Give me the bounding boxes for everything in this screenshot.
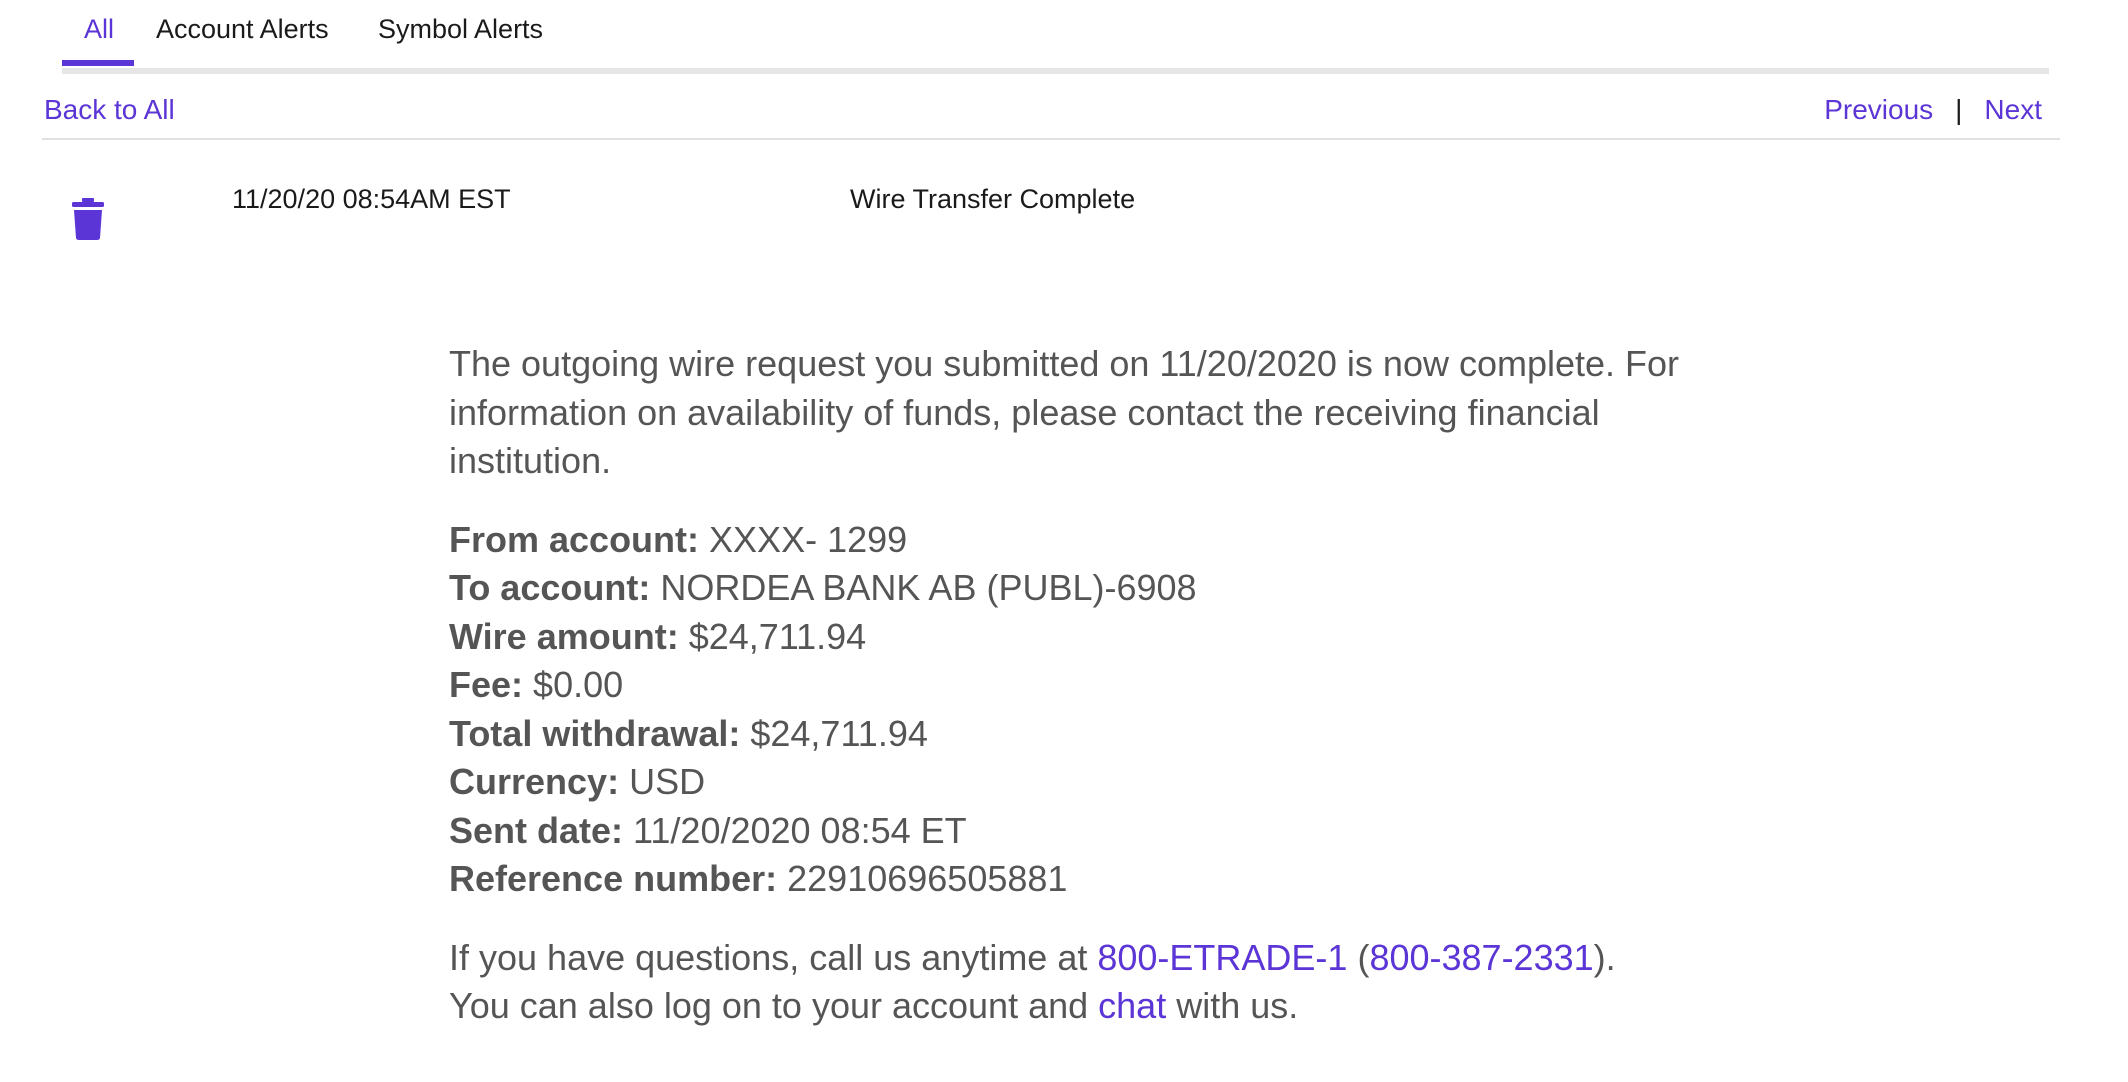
tab-account-alerts[interactable]: Account Alerts bbox=[156, 14, 329, 45]
detail-value: XXXX- 1299 bbox=[709, 518, 908, 560]
paren-open: ( bbox=[1347, 936, 1370, 978]
previous-link[interactable]: Previous bbox=[1824, 94, 1933, 125]
chat-suffix: with us. bbox=[1166, 985, 1299, 1026]
detail-to-account: To account: NORDEA BANK AB (PUBL)-6908 bbox=[449, 564, 1729, 613]
detail-value: USD bbox=[629, 761, 706, 802]
detail-value: $24,711.94 bbox=[750, 712, 928, 754]
detail-currency: Currency: USD bbox=[449, 758, 1729, 807]
contact-info: If you have questions, call us anytime a… bbox=[449, 934, 1729, 1031]
tab-all[interactable]: All bbox=[84, 14, 114, 45]
message-body: The outgoing wire request you submitted … bbox=[449, 340, 1729, 1031]
detail-label: Total withdrawal: bbox=[449, 712, 741, 754]
pager: Previous | Next bbox=[1824, 94, 2042, 126]
detail-label: Sent date: bbox=[449, 809, 624, 851]
detail-label: From account: bbox=[449, 518, 700, 560]
message-nav-bar: Back to All Previous | Next bbox=[42, 88, 2060, 140]
phone-number-link[interactable]: 800-387-2331 bbox=[1369, 937, 1593, 978]
active-tab-indicator bbox=[62, 60, 134, 66]
detail-value: $0.00 bbox=[533, 664, 624, 705]
detail-label: To account: bbox=[449, 567, 651, 608]
detail-sent-date: Sent date: 11/20/2020 08:54 ET bbox=[449, 807, 1729, 856]
alert-tabs: All Account Alerts Symbol Alerts bbox=[62, 0, 2049, 74]
contact-prefix: If you have questions, call us anytime a… bbox=[449, 936, 1098, 978]
detail-label: Reference number: bbox=[449, 858, 778, 899]
detail-label: Wire amount: bbox=[449, 615, 679, 657]
message-header-row: 11/20/20 08:54AM EST Wire Transfer Compl… bbox=[0, 180, 2128, 260]
wire-details: From account: XXXX- 1299 To account: NOR… bbox=[449, 516, 1729, 904]
chat-link[interactable]: chat bbox=[1098, 985, 1166, 1026]
message-intro: The outgoing wire request you submitted … bbox=[449, 343, 1680, 481]
pager-separator: | bbox=[1955, 94, 1963, 125]
paren-close: ). bbox=[1593, 936, 1616, 978]
detail-value: 22910696505881 bbox=[787, 858, 1068, 899]
detail-label: Currency: bbox=[449, 761, 620, 802]
detail-reference-number: Reference number: 22910696505881 bbox=[449, 855, 1729, 904]
detail-value: 11/20/2020 08:54 ET bbox=[633, 809, 967, 851]
detail-fee: Fee: $0.00 bbox=[449, 661, 1729, 710]
detail-wire-amount: Wire amount: $24,711.94 bbox=[449, 613, 1729, 662]
message-subject: Wire Transfer Complete bbox=[850, 184, 1136, 214]
back-to-all-link[interactable]: Back to All bbox=[44, 94, 175, 126]
message-date: 11/20/20 08:54AM EST bbox=[232, 184, 511, 214]
detail-from-account: From account: XXXX- 1299 bbox=[449, 516, 1729, 565]
trash-icon[interactable] bbox=[72, 198, 104, 240]
detail-total-withdrawal: Total withdrawal: $24,711.94 bbox=[449, 710, 1729, 759]
next-link[interactable]: Next bbox=[1984, 94, 2042, 125]
detail-value: NORDEA BANK AB (PUBL)-6908 bbox=[660, 567, 1197, 608]
phone-etrade-link[interactable]: 800-ETRADE-1 bbox=[1097, 937, 1347, 978]
detail-value: $24,711.94 bbox=[688, 615, 867, 657]
tab-symbol-alerts[interactable]: Symbol Alerts bbox=[378, 14, 543, 45]
detail-label: Fee: bbox=[449, 664, 524, 705]
chat-prefix: You can also log on to your account and bbox=[449, 985, 1099, 1026]
